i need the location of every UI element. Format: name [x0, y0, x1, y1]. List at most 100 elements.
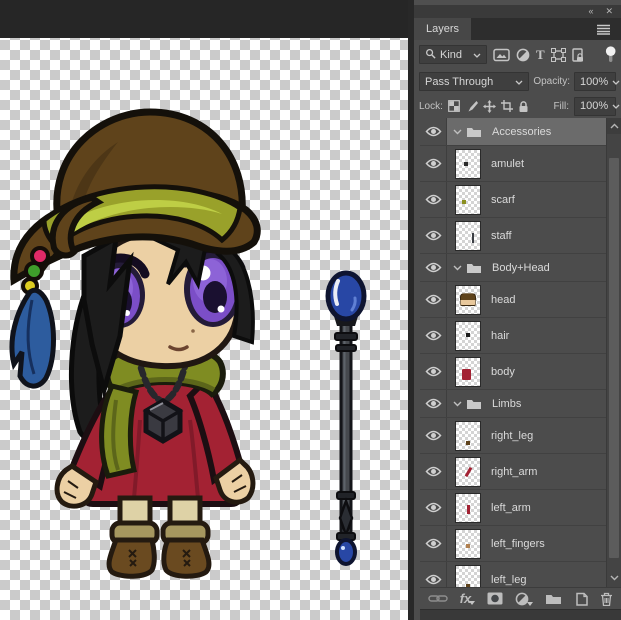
visibility-toggle[interactable]	[420, 354, 447, 389]
filter-row: Kind T	[414, 40, 621, 69]
layers-list: Accessories amuletscarf staff Body+Head head…	[420, 118, 606, 587]
search-icon	[425, 48, 436, 62]
photoshop-window: « ✕ Layers Kind	[0, 0, 621, 620]
layer-hair[interactable]: hair	[420, 318, 606, 354]
lock-transparent-pixels-icon[interactable]	[448, 100, 460, 112]
layer-group-Limbs[interactable]: Limbs	[420, 390, 606, 418]
layer-amulet[interactable]: amulet	[420, 146, 606, 182]
lock-image-pixels-icon[interactable]	[465, 100, 478, 113]
chevron-down-icon	[612, 100, 620, 112]
layer-name: right_leg	[491, 430, 533, 442]
adjustment-layer-icon[interactable]	[515, 592, 533, 606]
visibility-toggle[interactable]	[420, 254, 447, 281]
visibility-toggle[interactable]	[420, 218, 447, 253]
group-expand-icon[interactable]	[451, 129, 464, 135]
layer-name: Limbs	[492, 398, 521, 410]
panel-title-bar: « ✕	[414, 5, 621, 18]
layer-thumbnail[interactable]	[455, 321, 481, 351]
scrollbar-thumb[interactable]	[609, 158, 619, 558]
shape-layer-filter-icon[interactable]	[551, 48, 566, 62]
group-expand-icon[interactable]	[451, 265, 464, 271]
filter-kind-select[interactable]: Kind	[419, 45, 487, 64]
scroll-down-icon[interactable]	[607, 570, 621, 586]
canvas-top-bar	[0, 0, 408, 38]
layer-thumbnail[interactable]	[455, 221, 481, 251]
new-group-icon[interactable]	[545, 593, 562, 605]
folder-icon	[466, 398, 482, 410]
visibility-toggle[interactable]	[420, 490, 447, 525]
visibility-toggle[interactable]	[420, 282, 447, 317]
layer-thumbnail[interactable]	[455, 493, 481, 523]
layer-group-Body+Head[interactable]: Body+Head	[420, 254, 606, 282]
tab-spacer	[471, 18, 596, 40]
pixel-layer-filter-icon[interactable]	[493, 48, 510, 62]
layers-panel: « ✕ Layers Kind	[408, 0, 621, 620]
layer-right_leg[interactable]: right_leg	[420, 418, 606, 454]
chevron-down-icon	[612, 76, 620, 88]
layer-left_fingers[interactable]: left_fingers	[420, 526, 606, 562]
layer-left_leg[interactable]: left_leg	[420, 562, 606, 587]
layer-thumbnail[interactable]	[455, 565, 481, 588]
layer-effects-icon[interactable]: fx	[460, 593, 476, 605]
close-panel-icon[interactable]: ✕	[605, 7, 613, 16]
folder-icon	[466, 262, 482, 274]
layer-name: left_leg	[491, 574, 526, 586]
visibility-toggle[interactable]	[420, 526, 447, 561]
type-layer-filter-icon[interactable]: T	[536, 48, 545, 61]
visibility-toggle[interactable]	[420, 454, 447, 489]
visibility-toggle[interactable]	[420, 418, 447, 453]
adjustment-layer-filter-icon[interactable]	[516, 48, 530, 62]
layer-thumbnail[interactable]	[455, 457, 481, 487]
group-expand-icon[interactable]	[451, 401, 464, 407]
layer-body[interactable]: body	[420, 354, 606, 390]
add-layer-mask-icon[interactable]	[487, 592, 503, 605]
opacity-field[interactable]: 100%	[574, 72, 616, 91]
visibility-toggle[interactable]	[420, 562, 447, 587]
layer-staff[interactable]: staff	[420, 218, 606, 254]
layer-thumbnail[interactable]	[455, 185, 481, 215]
chevron-down-icon	[473, 49, 481, 61]
layer-thumbnail[interactable]	[455, 421, 481, 451]
layer-name: right_arm	[491, 466, 537, 478]
smart-object-filter-icon[interactable]	[572, 48, 585, 62]
delete-layer-icon[interactable]	[600, 592, 613, 606]
layer-name: head	[491, 294, 515, 306]
lock-all-icon[interactable]	[518, 100, 529, 113]
visibility-toggle[interactable]	[420, 318, 447, 353]
tab-layers[interactable]: Layers	[414, 18, 471, 40]
lock-position-icon[interactable]	[483, 100, 496, 113]
layer-head[interactable]: head	[420, 282, 606, 318]
visibility-toggle[interactable]	[420, 118, 447, 145]
layer-thumbnail[interactable]	[455, 149, 481, 179]
visibility-toggle[interactable]	[420, 146, 447, 181]
canvas-area[interactable]	[0, 0, 408, 620]
layer-right_arm[interactable]: right_arm	[420, 454, 606, 490]
filtering-toggle[interactable]	[605, 46, 616, 63]
layer-thumbnail[interactable]	[455, 357, 481, 387]
opacity-value: 100%	[580, 76, 608, 88]
layer-thumbnail[interactable]	[455, 529, 481, 559]
visibility-toggle[interactable]	[420, 390, 447, 417]
lock-artboard-icon[interactable]	[501, 100, 513, 112]
filter-kind-label: Kind	[440, 49, 462, 61]
layers-scrollbar[interactable]	[606, 118, 621, 587]
collapse-panels-icon[interactable]: «	[588, 7, 593, 16]
new-layer-icon[interactable]	[574, 592, 588, 606]
lock-row: Lock: Fill: 100%	[414, 94, 621, 118]
fill-label: Fill:	[553, 101, 569, 112]
layer-left_arm[interactable]: left_arm	[420, 490, 606, 526]
layer-scarf[interactable]: scarf	[420, 182, 606, 218]
blend-mode-select[interactable]: Pass Through	[419, 72, 529, 91]
layer-name: Accessories	[492, 126, 551, 138]
fill-field[interactable]: 100%	[574, 97, 616, 116]
layer-name: staff	[491, 230, 512, 242]
layer-group-Accessories[interactable]: Accessories	[420, 118, 606, 146]
scroll-up-icon[interactable]	[607, 118, 621, 134]
blend-mode-value: Pass Through	[425, 76, 493, 88]
panel-menu-icon[interactable]	[596, 18, 621, 40]
layer-thumbnail[interactable]	[455, 285, 481, 315]
lock-label: Lock:	[419, 101, 443, 112]
visibility-toggle[interactable]	[420, 182, 447, 217]
link-layers-icon[interactable]	[428, 593, 448, 604]
layer-name: body	[491, 366, 515, 378]
